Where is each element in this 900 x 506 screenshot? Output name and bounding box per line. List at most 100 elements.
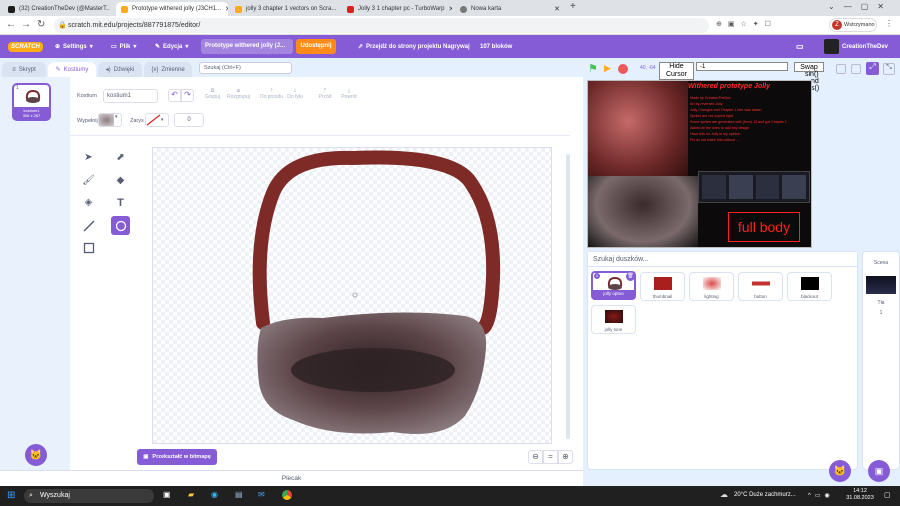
browser-tab-5[interactable]: Nowa karta ✕ <box>455 2 565 16</box>
back-arrow-icon[interactable]: ← <box>6 19 16 30</box>
undo-icon[interactable]: ↶ <box>168 89 181 102</box>
hide-cursor-button[interactable]: Hide Cursor <box>659 62 694 80</box>
sprite-card-jolly-tone[interactable]: jolly tone <box>591 305 636 334</box>
sprite-search-input[interactable]: Szukaj duszków... <box>588 252 857 267</box>
ungroup-button[interactable]: ⧈ Rozgrupuj <box>225 88 252 100</box>
stop-icon[interactable] <box>618 64 628 74</box>
browser-tab-3[interactable]: jolly 3 chapter 1 vectors on Scra... ✕ <box>230 2 340 16</box>
lock-icon: 🔒 <box>58 22 67 29</box>
store-icon[interactable]: ▤ <box>235 490 243 499</box>
window-controls[interactable]: ⌄—▢✕ <box>828 2 893 11</box>
green-flag-icon[interactable]: ⚑ <box>588 62 598 75</box>
forward-button[interactable]: ⇡ Do przodu <box>258 88 285 100</box>
user-menu[interactable]: CreationTheDev <box>824 35 888 58</box>
reshape-tool[interactable]: ⬈ <box>111 148 130 167</box>
front-button[interactable]: ⤒ Przód <box>315 88 335 100</box>
go-to-project-button[interactable]: ⇗ Przejdź do strony projektu <box>358 35 441 58</box>
paint-canvas[interactable] <box>152 147 570 444</box>
trash-icon[interactable]: 🗑 <box>626 272 635 281</box>
folder-icon[interactable]: ▭ <box>796 35 804 58</box>
close-icon[interactable]: ✕ <box>109 5 113 13</box>
add-costume-button[interactable]: 🐱 <box>25 444 47 466</box>
edit-menu[interactable]: ✎ Edycja ▾ <box>155 35 188 58</box>
sprite-card-thumbnail[interactable]: thumbnail <box>640 272 685 301</box>
chrome-icon[interactable] <box>282 490 292 500</box>
ellipse-tool[interactable] <box>111 216 130 235</box>
windows-start-icon[interactable]: ⊞ <box>7 490 15 501</box>
new-tab-button[interactable]: + <box>570 1 576 12</box>
sprite-card-lighting[interactable]: lighting <box>689 272 734 301</box>
add-sprite-button[interactable]: 🐱 <box>829 460 851 482</box>
turbo-icon[interactable]: ▶ <box>604 63 611 74</box>
close-icon[interactable]: ✕ <box>336 5 340 13</box>
add-backdrop-button[interactable]: ▣ <box>868 460 890 482</box>
sprite-card-button[interactable]: button <box>738 272 783 301</box>
full-body-button[interactable]: full body <box>728 212 800 242</box>
zoom-in-icon[interactable]: ⊕ <box>558 450 573 464</box>
project-title-input[interactable]: Prototype withered jolly (J... <box>201 39 293 54</box>
costume-name-input[interactable]: kostium1 <box>103 89 158 103</box>
mail-icon[interactable]: ✉ <box>258 490 265 499</box>
extension-icons[interactable]: ⊕▣☆✦☐ <box>716 20 816 31</box>
eraser-tool[interactable]: ◆ <box>111 171 130 190</box>
file-menu[interactable]: ▭ Plik ▾ <box>111 35 136 58</box>
canvas-scrollbar[interactable] <box>566 154 570 439</box>
browser-tab-2[interactable]: Prototype withered jolly (J3CH1... ✕ <box>116 2 228 16</box>
small-stage-icon[interactable] <box>836 64 846 74</box>
notifications-icon[interactable]: ▢ <box>884 491 891 499</box>
close-icon[interactable]: ✕ <box>444 5 452 13</box>
edge-icon[interactable]: ◉ <box>211 490 218 499</box>
share-button[interactable]: Udostępnij <box>296 39 336 54</box>
browser-tab-4[interactable]: Jolly 3 1 chapter pc - TurboWarp ✕ <box>342 2 452 16</box>
clock[interactable]: 14:12 31.08.2023 <box>846 488 874 502</box>
browser-tab-1[interactable]: (32) CreationTheDev (@MasterT.. ✕ <box>3 2 113 16</box>
url-input[interactable]: 🔒 scratch.mit.edu/projects/887791875/edi… <box>54 18 709 33</box>
costume-card[interactable]: 1 kostium1 306 x 267 <box>12 83 51 121</box>
globe-icon: ⊕ <box>55 44 61 50</box>
reload-icon[interactable]: ↻ <box>37 19 45 30</box>
stage-value-input[interactable]: -1 <box>696 62 788 71</box>
convert-to-bitmap-button[interactable]: ▣ Przekształć w bitmapę <box>137 449 217 465</box>
line-tool[interactable] <box>79 216 98 235</box>
back-button[interactable]: ⤓ Powrót <box>338 88 360 100</box>
settings-menu[interactable]: ⊕ Settings ▾ <box>55 35 93 58</box>
fullscreen-icon[interactable]: ⤢ <box>866 62 879 75</box>
group-button[interactable]: ⧉ Grupuj <box>200 88 225 100</box>
outline-color-picker[interactable]: ▾ <box>145 113 169 127</box>
system-tray-icons[interactable]: ^▭◉ <box>808 492 834 499</box>
large-stage-icon[interactable] <box>851 64 861 74</box>
zoom-reset-icon[interactable]: = <box>543 450 558 464</box>
text-tool[interactable]: T <box>111 193 130 212</box>
tab-code[interactable]: ≡ Skrypt <box>2 62 46 77</box>
paint-bucket-icon: ◈ <box>84 197 93 208</box>
tab-variables[interactable]: {x} Zmienne <box>144 62 192 77</box>
sprite-card-jolly-optoo[interactable]: 1 🗑 jolly optoo <box>591 271 636 300</box>
tab-costumes[interactable]: ✎ Kostiumy <box>48 62 96 77</box>
backpack-bar[interactable]: Plecak <box>0 470 583 486</box>
search-input[interactable]: Szukaj (Ctrl+F) <box>199 62 292 74</box>
backward-button[interactable]: ⇣ Do tyłu <box>285 88 305 100</box>
zoom-out-icon[interactable]: ⊖ <box>528 450 543 464</box>
taskbar-search-input[interactable]: ⌕ Wyszukaj <box>24 489 154 503</box>
task-view-icon[interactable]: ▣ <box>163 490 171 499</box>
stage-canvas[interactable]: Withered prototype Jolly Made by Creatio… <box>587 80 812 248</box>
profile-button[interactable]: Z Wstrzymano <box>829 18 877 32</box>
fill-tool[interactable]: ◈ <box>79 193 98 212</box>
record-button[interactable]: Nagrywaj <box>443 35 470 58</box>
close-icon[interactable]: ✕ <box>550 5 560 13</box>
outline-width-input[interactable]: 0 <box>174 113 204 127</box>
scratch-logo[interactable]: SCRATCH <box>8 35 43 58</box>
rectangle-tool[interactable] <box>79 238 98 257</box>
menu-dots-icon[interactable]: ⋮ <box>885 19 893 28</box>
scene-pane[interactable]: Scena Tła 1 <box>862 251 900 470</box>
close-icon[interactable]: ✕ <box>221 5 228 13</box>
tab-sounds[interactable]: ◂) Dźwięki <box>98 62 142 77</box>
fill-color-picker[interactable]: ▾ <box>98 113 122 127</box>
redo-icon[interactable]: ↷ <box>181 89 194 102</box>
expand-icon[interactable]: ⤡ <box>883 63 895 75</box>
forward-arrow-icon[interactable]: → <box>21 19 31 30</box>
file-explorer-icon[interactable]: ▰ <box>188 490 194 499</box>
brush-tool[interactable]: 🖌 <box>79 171 98 190</box>
select-tool[interactable]: ➤ <box>79 148 98 167</box>
sprite-card-blackout[interactable]: blackout <box>787 272 832 301</box>
